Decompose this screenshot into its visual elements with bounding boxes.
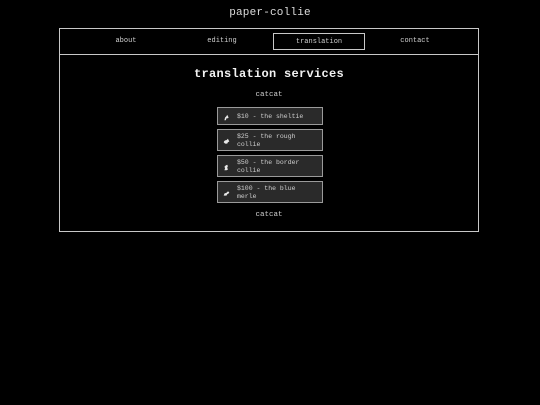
dog-icon (224, 164, 228, 171)
dog-icon (223, 138, 230, 144)
tagline-top: catcat (255, 91, 283, 99)
option-sheltie-button[interactable]: $10 - the sheltie (217, 107, 323, 125)
option-label: $50 - the border collie (237, 159, 300, 174)
nav-about[interactable]: about (81, 33, 171, 50)
option-label: $100 - the blue merle (237, 185, 296, 200)
nav-editing[interactable]: editing (176, 33, 268, 50)
content-frame: about editing translation contact transl… (59, 28, 479, 232)
nav-translation[interactable]: translation (273, 33, 365, 50)
nav-contact[interactable]: contact (369, 33, 461, 50)
top-nav: about editing translation contact (60, 29, 478, 55)
option-label: $10 - the sheltie (237, 113, 304, 120)
site-title: paper-collie (229, 7, 311, 19)
dog-icon (223, 191, 230, 196)
page-title: translation services (193, 67, 345, 81)
option-label: $25 - the rough collie (237, 133, 296, 148)
option-border-collie-button[interactable]: $50 - the border collie (217, 155, 323, 177)
dog-icon (224, 114, 229, 121)
option-blue-merle-button[interactable]: $100 - the blue merle (217, 181, 323, 203)
option-rough-collie-button[interactable]: $25 - the rough collie (217, 129, 323, 151)
tagline-bottom: catcat (255, 211, 283, 219)
